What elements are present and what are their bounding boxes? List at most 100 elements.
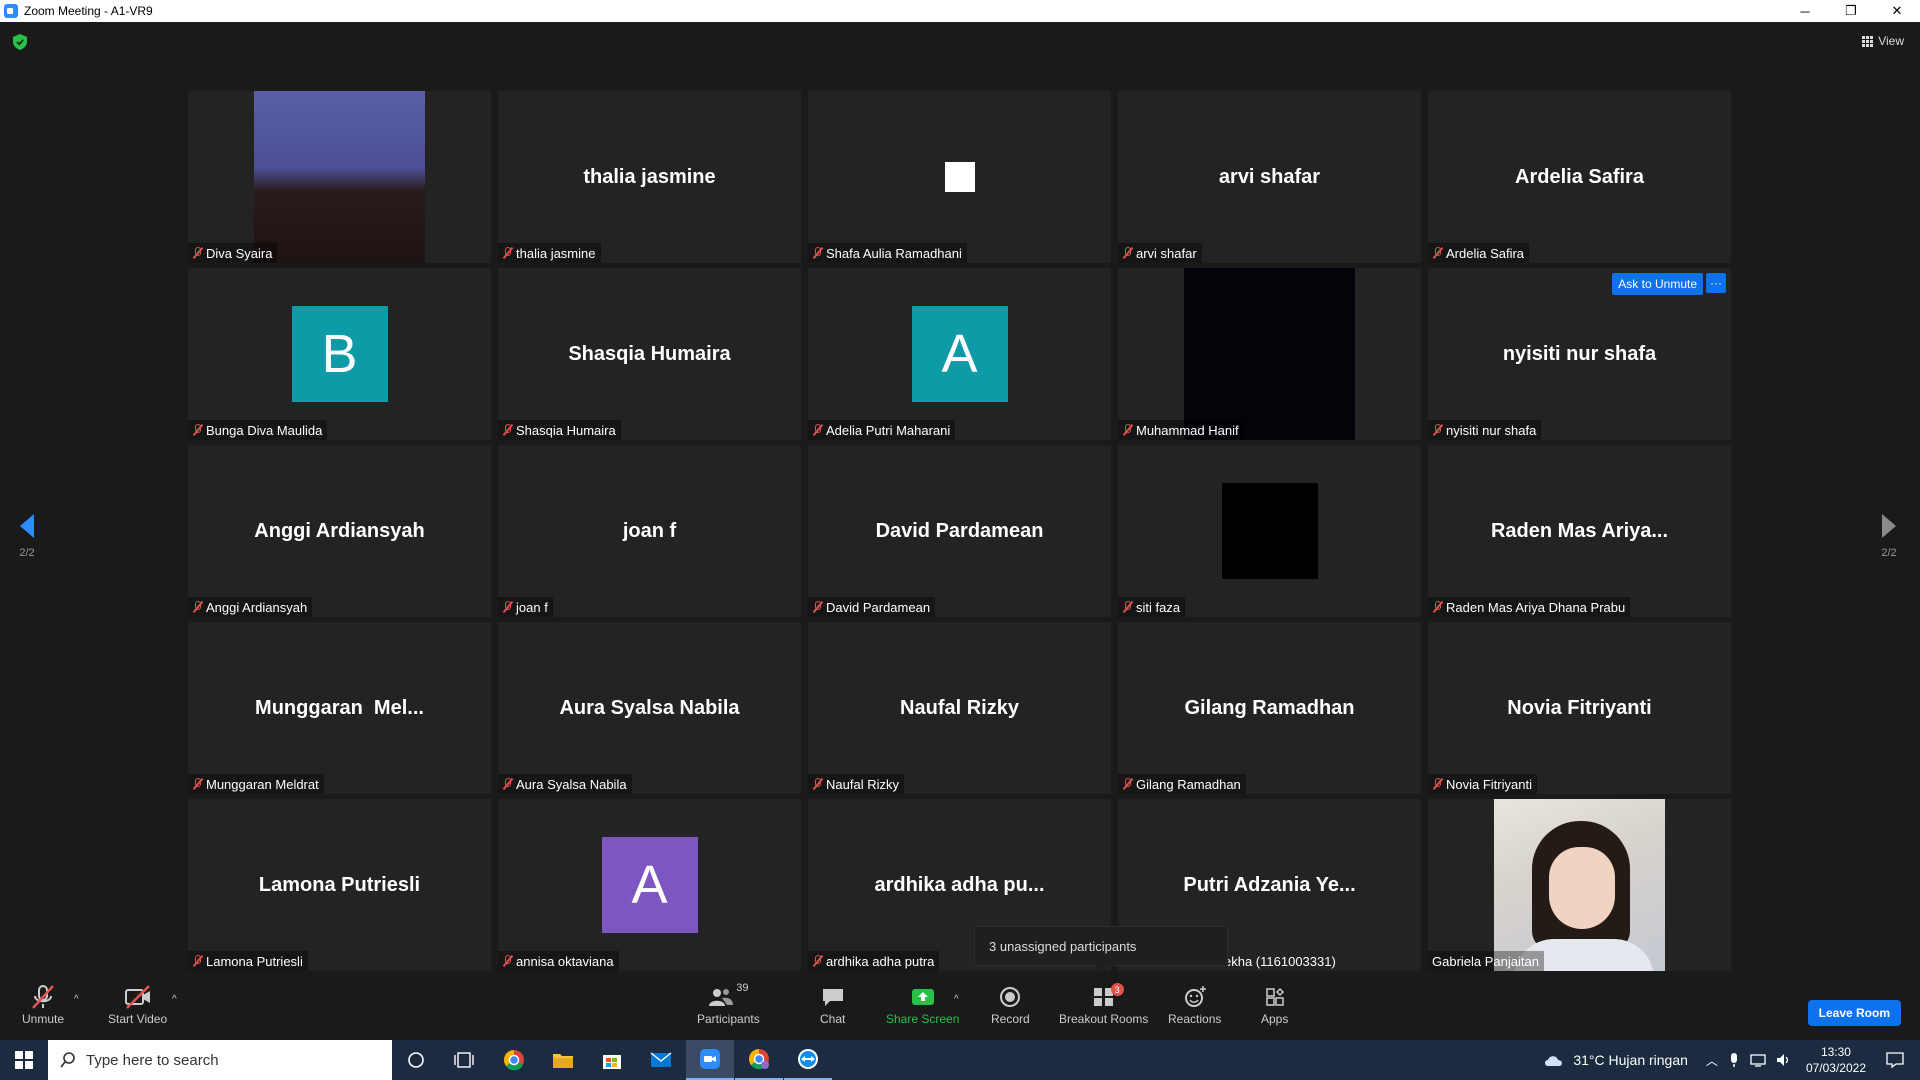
- mic-muted-icon: [501, 601, 513, 613]
- participant-name-label: Shafa Aulia Ramadhani: [808, 243, 967, 263]
- windows-start-icon[interactable]: [0, 1040, 48, 1080]
- participant-tile[interactable]: Muhammad Hanif: [1118, 268, 1421, 440]
- zoom-taskbar-icon[interactable]: [686, 1040, 734, 1080]
- tray-expand-icon[interactable]: ︿: [1706, 1052, 1718, 1069]
- zoom-app-icon: [4, 4, 18, 18]
- teamviewer-icon[interactable]: [784, 1040, 832, 1080]
- participant-tile[interactable]: Aura Syalsa Nabila Aura Syalsa Nabila: [498, 622, 801, 794]
- close-button[interactable]: ✕: [1874, 0, 1920, 22]
- participant-video: [254, 91, 425, 263]
- participant-video: [1184, 268, 1355, 440]
- participant-tile[interactable]: Novia Fitriyanti Novia Fitriyanti: [1428, 622, 1731, 794]
- participant-tile[interactable]: Gabriela Panjaitan: [1428, 799, 1731, 971]
- share-options-caret[interactable]: ^: [954, 994, 959, 1005]
- network-icon[interactable]: [1750, 1053, 1766, 1067]
- mic-muted-icon: [1431, 601, 1443, 613]
- file-explorer-icon[interactable]: [539, 1040, 587, 1080]
- video-off-icon: [124, 985, 150, 1009]
- microphone-tray-icon[interactable]: [1728, 1052, 1740, 1068]
- participant-tile[interactable]: siti faza: [1118, 445, 1421, 617]
- mic-muted-icon: [191, 247, 203, 259]
- apps-button[interactable]: Apps: [1261, 982, 1288, 1026]
- next-page-indicator: 2/2: [1881, 547, 1897, 559]
- mic-muted-icon: [811, 247, 823, 259]
- participant-display-name: Shasqia Humaira: [568, 342, 731, 365]
- mic-muted-icon: [811, 424, 823, 436]
- next-page-button[interactable]: 2/2: [1880, 512, 1898, 559]
- participant-tile[interactable]: joan f joan f: [498, 445, 801, 617]
- chrome-icon[interactable]: [490, 1040, 538, 1080]
- notifications-icon[interactable]: [1886, 1052, 1904, 1068]
- mic-muted-icon: [501, 955, 513, 967]
- participant-tile[interactable]: nyisiti nur shafa Ask to Unmute ··· nyis…: [1428, 268, 1731, 440]
- window-title-bar: Zoom Meeting - A1-VR9 ─ ❐ ✕: [0, 0, 1920, 22]
- participant-tile[interactable]: Raden Mas Ariya... Raden Mas Ariya Dhana…: [1428, 445, 1731, 617]
- arrow-right-icon: [1882, 514, 1896, 538]
- grid-view-icon: [1862, 35, 1874, 47]
- store-icon[interactable]: [588, 1040, 636, 1080]
- unmute-button[interactable]: Unmute: [22, 982, 64, 1026]
- participant-tile[interactable]: thalia jasmine thalia jasmine: [498, 91, 801, 263]
- mic-muted-icon: [1121, 424, 1133, 436]
- microphone-muted-icon: [32, 985, 54, 1009]
- breakout-rooms-button[interactable]: 3 Breakout Rooms: [1059, 982, 1148, 1026]
- mic-muted-icon: [191, 955, 203, 967]
- participant-tile[interactable]: Naufal Rizky Naufal Rizky: [808, 622, 1111, 794]
- chrome-profile-icon[interactable]: [735, 1040, 783, 1080]
- participant-tile[interactable]: Munggaran Mel... Munggaran Meldrat: [188, 622, 491, 794]
- participants-icon: [709, 989, 734, 1006]
- volume-icon[interactable]: [1776, 1053, 1792, 1067]
- weather-text[interactable]: 31°C Hujan ringan: [1573, 1052, 1688, 1068]
- participant-tile[interactable]: A annisa oktaviana: [498, 799, 801, 971]
- minimize-button[interactable]: ─: [1782, 0, 1828, 22]
- system-tray: 31°C Hujan ringan ︿ 13:30 07/03/2022: [1543, 1040, 1920, 1080]
- share-screen-button[interactable]: Share Screen: [886, 982, 959, 1026]
- cortana-icon[interactable]: [392, 1040, 440, 1080]
- participant-display-name: Ardelia Safira: [1515, 165, 1644, 188]
- participant-name-label: Adelia Putri Maharani: [808, 420, 956, 440]
- participant-tile[interactable]: A Adelia Putri Maharani: [808, 268, 1111, 440]
- clock[interactable]: 13:30 07/03/2022: [1806, 1044, 1866, 1076]
- record-button[interactable]: Record: [991, 982, 1030, 1026]
- participant-tile[interactable]: Shasqia Humaira Shasqia Humaira: [498, 268, 801, 440]
- previous-page-button[interactable]: 2/2: [18, 512, 36, 559]
- participant-tile[interactable]: Lamona Putriesli Lamona Putriesli: [188, 799, 491, 971]
- participant-tile[interactable]: B Bunga Diva Maulida: [188, 268, 491, 440]
- encryption-shield-icon[interactable]: [13, 34, 27, 50]
- participant-name-label: Gilang Ramadhan: [1118, 774, 1246, 794]
- mic-muted-icon: [1121, 601, 1133, 613]
- search-icon: [60, 1052, 75, 1068]
- mic-muted-icon: [191, 601, 203, 613]
- tile-more-button[interactable]: ···: [1706, 273, 1726, 293]
- reactions-button[interactable]: Reactions: [1168, 982, 1221, 1026]
- mic-muted-icon: [191, 778, 203, 790]
- view-label: View: [1878, 34, 1904, 48]
- participant-display-name: Lamona Putriesli: [258, 873, 421, 896]
- view-button[interactable]: View: [1862, 34, 1904, 48]
- participant-video: [944, 162, 975, 192]
- record-icon: [1000, 987, 1021, 1007]
- start-video-button[interactable]: Start Video: [108, 982, 167, 1026]
- participant-tile[interactable]: Anggi Ardiansyah Anggi Ardiansyah: [188, 445, 491, 617]
- taskbar-search-box[interactable]: Type here to search: [48, 1040, 392, 1080]
- chat-button[interactable]: Chat: [820, 982, 845, 1026]
- participant-name-label: Diva Syaira: [188, 243, 278, 263]
- participant-tile[interactable]: Shafa Aulia Ramadhani: [808, 91, 1111, 263]
- share-screen-icon: [911, 989, 934, 1005]
- task-view-icon[interactable]: [440, 1040, 488, 1080]
- participants-button[interactable]: 39 Participants: [697, 982, 760, 1026]
- participant-tile[interactable]: arvi shafar arvi shafar: [1118, 91, 1421, 263]
- participant-name-label: Lamona Putriesli: [188, 951, 308, 971]
- video-options-caret[interactable]: ^: [172, 994, 177, 1005]
- leave-room-button[interactable]: Leave Room: [1807, 1000, 1901, 1026]
- mail-icon[interactable]: [637, 1040, 685, 1080]
- mic-muted-icon: [1431, 778, 1443, 790]
- participant-tile[interactable]: Gilang Ramadhan Gilang Ramadhan: [1118, 622, 1421, 794]
- participant-tile[interactable]: Diva Syaira: [188, 91, 491, 263]
- participant-tile[interactable]: David Pardamean David Pardamean: [808, 445, 1111, 617]
- ask-to-unmute-button[interactable]: Ask to Unmute: [1612, 273, 1703, 295]
- participant-display-name: arvi shafar: [1218, 165, 1321, 188]
- restore-button[interactable]: ❐: [1828, 0, 1874, 22]
- participant-tile[interactable]: Ardelia Safira Ardelia Safira: [1428, 91, 1731, 263]
- audio-options-caret[interactable]: ^: [74, 994, 79, 1005]
